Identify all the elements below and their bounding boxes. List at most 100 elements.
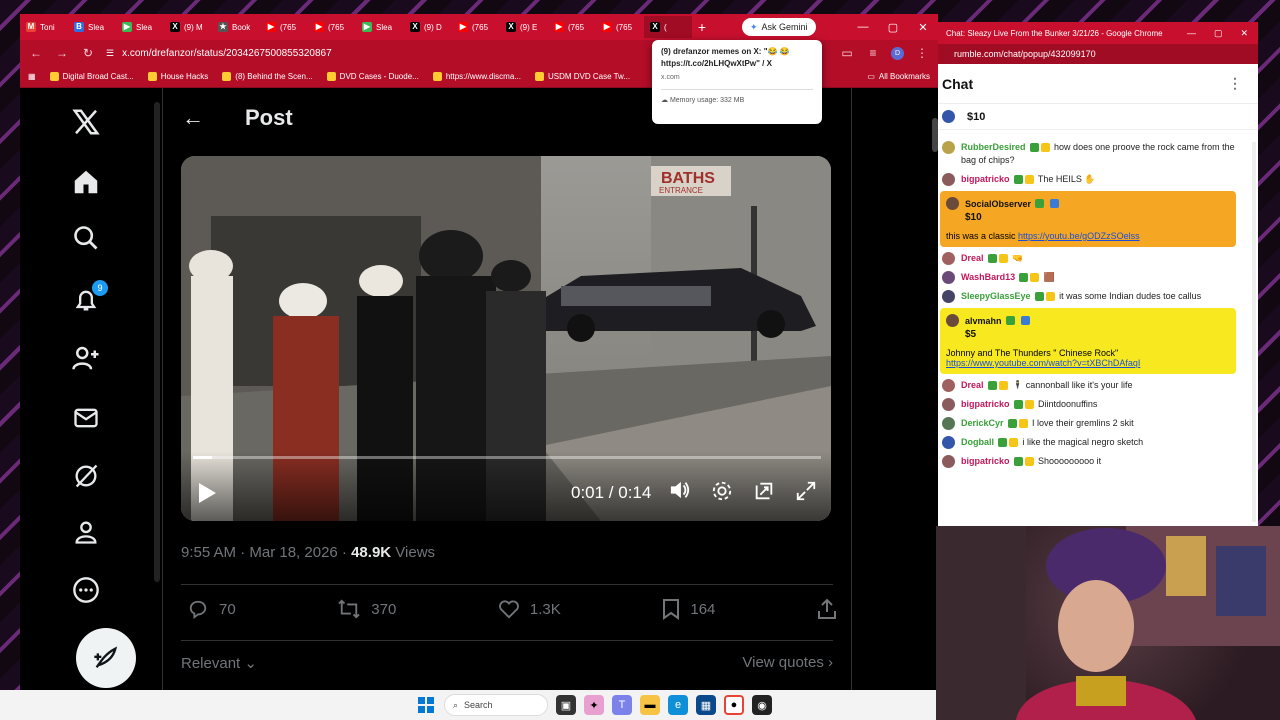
all-bookmarks-button[interactable]: ▭ All Bookmarks — [867, 72, 930, 81]
chat-menu-icon[interactable]: ⋮ — [1228, 75, 1242, 92]
minimize-icon[interactable]: — — [848, 14, 878, 40]
avatar — [942, 173, 955, 186]
chat-username[interactable]: RubberDesired — [961, 142, 1026, 152]
browser-tab[interactable]: ▶ Slea — [116, 16, 164, 38]
sort-dropdown[interactable]: Relevant ⌄ — [181, 654, 257, 672]
rant-link[interactable]: https://www.youtube.com/watch?v=tXBChDAf… — [946, 358, 1140, 368]
rant-link[interactable]: https://youtu.be/gODZzSOelss — [1018, 231, 1140, 241]
memory-usage-text: Memory usage: 332 MB — [669, 97, 745, 104]
chat-username[interactable]: bigpatricko — [961, 399, 1010, 409]
edge-icon[interactable]: e — [668, 695, 688, 715]
share-button[interactable] — [817, 598, 837, 620]
bookmark-button[interactable]: 164 — [662, 598, 715, 620]
close-icon[interactable]: ✕ — [908, 14, 938, 40]
video-progress-bar[interactable] — [193, 456, 821, 459]
browser-tab[interactable]: ▶ (765 — [452, 16, 500, 38]
picture-in-picture-icon[interactable] — [753, 480, 775, 507]
follow-person-plus-icon[interactable] — [66, 338, 106, 378]
apps-icon[interactable]: ▦ — [28, 72, 36, 81]
nav-scrollbar[interactable] — [154, 102, 160, 582]
maximize-icon[interactable]: ▢ — [1214, 28, 1223, 39]
view-quotes-link[interactable]: View quotes › — [742, 654, 833, 671]
copilot-icon[interactable]: ✦ — [584, 695, 604, 715]
forward-icon[interactable]: → — [54, 46, 70, 60]
chat-username[interactable]: bigpatricko — [961, 456, 1010, 466]
chat-username[interactable]: SleepyGlassEye — [961, 291, 1031, 301]
bookmark-item[interactable]: USDM DVD Case Tw... — [534, 72, 630, 81]
browser-tab[interactable]: ▶ (765 — [260, 16, 308, 38]
x-logo-icon[interactable] — [66, 102, 106, 142]
like-button[interactable]: 1.3K — [498, 598, 561, 620]
file-explorer-icon[interactable]: ▬ — [640, 695, 660, 715]
explore-search-icon[interactable] — [66, 218, 106, 258]
verified-badge-icon — [1007, 419, 1017, 429]
notifications-bell-icon[interactable]: 9 — [66, 280, 108, 320]
ask-gemini-button[interactable]: ✦ Ask Gemini — [742, 18, 816, 36]
browser-tab[interactable]: M Toni — [20, 16, 68, 38]
minimize-icon[interactable]: — — [1187, 28, 1196, 39]
grok-icon[interactable] — [66, 456, 106, 496]
back-arrow-icon[interactable]: ← — [163, 105, 223, 131]
tab-favicon-icon: ▶ — [458, 22, 468, 32]
bookmark-item[interactable]: https://www.discma... — [432, 72, 521, 81]
avatar — [942, 110, 955, 123]
browser-tab[interactable]: X( — [644, 16, 692, 38]
chat-url-bar[interactable]: rumble.com/chat/popup/432099170 — [938, 44, 1258, 64]
chrome-icon[interactable]: ● — [724, 695, 744, 715]
chat-username[interactable]: WashBard13 — [961, 272, 1015, 282]
repost-button[interactable]: 370 — [337, 598, 396, 620]
chat-username[interactable]: Dreal — [961, 380, 984, 390]
bookmark-item[interactable]: DVD Cases - Duode... — [326, 72, 419, 81]
messages-mail-icon[interactable] — [66, 398, 106, 438]
maximize-icon[interactable]: ▢ — [878, 14, 908, 40]
more-options-icon[interactable] — [66, 570, 106, 610]
chat-username[interactable]: Dogball — [961, 437, 994, 447]
site-info-icon[interactable]: ☰ — [106, 48, 114, 59]
profile-person-icon[interactable] — [66, 512, 106, 552]
fullscreen-icon[interactable] — [795, 480, 817, 507]
back-icon[interactable]: ← — [28, 46, 44, 60]
play-icon[interactable] — [197, 482, 217, 509]
browser-tab[interactable]: ▶ (765 — [596, 16, 644, 38]
taskbar-search[interactable]: ⌕ Search — [444, 694, 548, 716]
reply-button[interactable]: 70 — [187, 598, 236, 620]
browser-tab[interactable]: B Slea — [68, 16, 116, 38]
new-tab-icon[interactable]: + — [692, 19, 712, 35]
profile-icon[interactable]: D — [891, 46, 904, 60]
browser-tab[interactable]: X (9) E — [500, 16, 548, 38]
menu-icon[interactable]: ⋮ — [914, 46, 930, 60]
bookmark-item[interactable]: Digital Broad Cast... — [49, 72, 134, 81]
tab-label: Toni — [40, 22, 55, 32]
post-column: ← Post BATHS ENTRANCE 0:01 / 0:14 9:55 A… — [162, 88, 852, 690]
store-icon[interactable]: ▦ — [696, 695, 716, 715]
chat-scrollbar[interactable] — [1252, 142, 1256, 522]
app-icon[interactable]: ◉ — [752, 695, 772, 715]
windows-start-icon[interactable] — [416, 695, 436, 715]
browser-tab[interactable]: X (9) M — [164, 16, 212, 38]
chat-username[interactable]: bigpatricko — [961, 174, 1010, 184]
sort-label: Relevant — [181, 655, 241, 672]
volume-icon[interactable] — [669, 480, 691, 507]
extensions-icon[interactable]: ≡ — [865, 46, 881, 60]
browser-tab[interactable]: ▶ (765 — [548, 16, 596, 38]
reload-icon[interactable]: ↻ — [80, 46, 96, 60]
compose-post-button[interactable] — [76, 628, 136, 688]
rant-username[interactable]: SocialObserver — [965, 199, 1031, 209]
bookmark-item[interactable]: (8) Behind the Scen... — [222, 72, 313, 81]
cast-icon[interactable]: ▭ — [839, 46, 855, 60]
settings-gear-icon[interactable] — [711, 480, 733, 507]
browser-tab[interactable]: ★ Book — [212, 16, 260, 38]
browser-tab[interactable]: ▶ Slea — [356, 16, 404, 38]
home-icon[interactable] — [66, 162, 106, 202]
rant-username[interactable]: alvmahn — [965, 316, 1002, 326]
browser-tab[interactable]: ▶ (765 — [308, 16, 356, 38]
browser-tab[interactable]: X (9) D — [404, 16, 452, 38]
teams-icon[interactable]: T — [612, 695, 632, 715]
video-player[interactable]: BATHS ENTRANCE 0:01 / 0:14 — [181, 156, 831, 521]
chat-username[interactable]: DerickCyr — [961, 418, 1004, 428]
pinned-rant[interactable]: $10 — [938, 104, 1258, 130]
chat-username[interactable]: Dreal — [961, 253, 984, 263]
bookmark-item[interactable]: House Hacks — [147, 72, 208, 81]
task-view-icon[interactable]: ▣ — [556, 695, 576, 715]
close-icon[interactable]: ✕ — [1240, 28, 1248, 39]
